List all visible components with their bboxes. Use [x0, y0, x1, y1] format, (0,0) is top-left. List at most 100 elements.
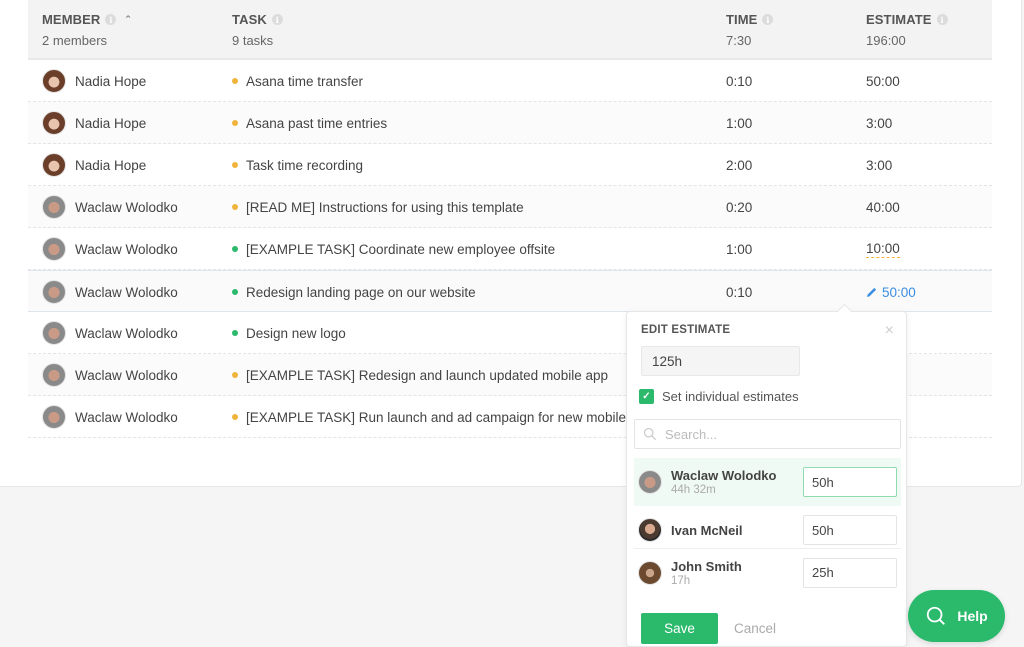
checkbox-label: Set individual estimates — [662, 389, 799, 404]
avatar — [42, 363, 66, 387]
task-name[interactable]: [EXAMPLE TASK] Coordinate new employee o… — [246, 242, 555, 257]
member-name: Waclaw Wolodko — [75, 325, 178, 341]
estimate-cell[interactable]: 3:00 — [866, 144, 892, 186]
table-row[interactable]: Nadia Hope Asana time transfer 0:10 50:00 — [28, 60, 992, 102]
member-cell: Waclaw Wolodko — [42, 396, 178, 438]
estimate-cell[interactable]: 40:00 — [866, 186, 900, 228]
total-estimate-input[interactable] — [641, 346, 800, 376]
avatar — [638, 560, 662, 585]
member-estimate-input[interactable] — [803, 515, 897, 545]
time-cell: 0:10 — [726, 60, 752, 102]
member-search[interactable] — [634, 419, 901, 449]
column-task-label: TASK — [232, 12, 267, 27]
estimate-value[interactable]: 10:00 — [866, 241, 900, 258]
task-name[interactable]: Asana time transfer — [246, 74, 363, 89]
estimate-cell[interactable]: 50:00 — [866, 60, 900, 102]
help-button[interactable]: Help — [908, 590, 1005, 642]
task-cell: [EXAMPLE TASK] Coordinate new employee o… — [232, 228, 652, 270]
task-cell: Task time recording — [232, 144, 652, 186]
estimate-value[interactable]: 50:00 — [866, 74, 900, 89]
individual-estimates-toggle[interactable]: ✓ Set individual estimates — [639, 389, 799, 404]
member-estimate-input[interactable] — [803, 557, 897, 588]
task-status-dot-icon — [232, 246, 238, 252]
task-cell: Asana time transfer — [232, 60, 652, 102]
member-name: Waclaw Wolodko — [75, 409, 178, 425]
task-status-dot-icon — [232, 330, 238, 336]
task-status-dot-icon — [232, 120, 238, 126]
checkbox-checked-icon[interactable]: ✓ — [639, 389, 654, 404]
task-status-dot-icon — [232, 78, 238, 84]
sort-icon[interactable]: ⌃ — [124, 15, 132, 24]
help-search-icon — [927, 606, 946, 625]
member-name: Waclaw Wolodko — [75, 241, 178, 257]
time-cell: 0:20 — [726, 186, 752, 228]
info-icon[interactable]: i — [271, 14, 283, 25]
avatar — [42, 111, 66, 135]
task-cell: Design new logo — [232, 312, 652, 354]
member-name: Waclaw Wolodko — [75, 284, 178, 300]
avatar — [42, 280, 66, 304]
member-estimate-input[interactable] — [803, 467, 897, 497]
task-cell: [READ ME] Instructions for using this te… — [232, 186, 652, 228]
estimate-cell[interactable]: 50:00 — [866, 271, 916, 313]
cancel-button[interactable]: Cancel — [734, 621, 776, 636]
table-row[interactable]: Waclaw Wolodko [EXAMPLE TASK] Coordinate … — [28, 228, 992, 270]
member-estimate-row: Waclaw Wolodko 44h 32m — [634, 458, 901, 506]
time-value: 1:00 — [726, 241, 753, 257]
task-name[interactable]: Asana past time entries — [246, 116, 387, 131]
estimate-value[interactable]: 3:00 — [866, 158, 892, 173]
search-icon — [643, 427, 657, 441]
time-value: 0:10 — [726, 284, 753, 300]
help-label: Help — [957, 608, 988, 624]
column-estimate: ESTIMATE i 196:00 — [866, 12, 948, 48]
member-name: Nadia Hope — [75, 73, 147, 89]
info-icon[interactable]: i — [762, 14, 774, 25]
table-row[interactable]: Nadia Hope Task time recording 2:00 3:00 — [28, 144, 992, 186]
member-name: Waclaw Wolodko — [75, 199, 178, 215]
info-icon[interactable]: i — [105, 14, 117, 25]
member-cell: Waclaw Wolodko — [42, 186, 178, 228]
avatar — [638, 470, 662, 494]
task-cell: [EXAMPLE TASK] Run launch and ad campaig… — [232, 396, 652, 438]
avatar — [42, 321, 66, 345]
estimate-value[interactable]: 40:00 — [866, 200, 900, 215]
member-cell: Nadia Hope — [42, 60, 146, 102]
estimate-cell[interactable]: 3:00 — [866, 102, 892, 144]
member-tracked-time: 17h — [671, 574, 691, 587]
table-row[interactable]: Nadia Hope Asana past time entries 1:00 3:0… — [28, 102, 992, 144]
table-row[interactable]: Waclaw Wolodko [READ ME] Instructions for… — [28, 186, 992, 228]
column-task: TASK i 9 tasks — [232, 12, 283, 48]
task-name[interactable]: [READ ME] Instructions for using this te… — [246, 200, 524, 215]
search-input[interactable] — [665, 426, 885, 442]
avatar — [638, 518, 662, 542]
member-cell: Waclaw Wolodko — [42, 228, 178, 270]
task-name[interactable]: Task time recording — [246, 158, 363, 173]
task-status-dot-icon — [232, 204, 238, 210]
task-cell: Asana past time entries — [232, 102, 652, 144]
member-tracked-time: 44h 32m — [671, 484, 716, 496]
estimate-value[interactable]: 3:00 — [866, 116, 892, 131]
estimate-edit-link[interactable]: 50:00 — [866, 285, 916, 300]
task-cell: Redesign landing page on our website — [232, 271, 652, 313]
member-name: Waclaw Wolodko — [671, 468, 777, 483]
member-name: Ivan McNeil — [671, 522, 743, 538]
estimate-cell[interactable]: 10:00 — [866, 228, 900, 270]
time-cell: 1:00 — [726, 228, 752, 270]
member-name: Waclaw Wolodko — [75, 367, 178, 383]
avatar — [42, 195, 66, 219]
task-name[interactable]: Redesign landing page on our website — [246, 285, 476, 300]
member-name: Nadia Hope — [75, 157, 147, 173]
task-name[interactable]: [EXAMPLE TASK] Run launch and ad campaig… — [246, 410, 637, 425]
task-name[interactable]: [EXAMPLE TASK] Redesign and launch updat… — [246, 368, 608, 383]
column-member[interactable]: MEMBER i ⌃ 2 members — [42, 12, 132, 48]
task-name[interactable]: Design new logo — [246, 326, 346, 341]
time-cell: 2:00 — [726, 144, 752, 186]
avatar — [42, 405, 66, 429]
info-icon[interactable]: i — [936, 14, 948, 25]
task-status-dot-icon — [232, 414, 238, 420]
estimate-value: 50:00 — [882, 284, 916, 300]
time-value: 2:00 — [726, 157, 753, 173]
close-icon[interactable]: × — [885, 322, 894, 340]
save-button[interactable]: Save — [641, 613, 718, 644]
member-cell: Nadia Hope — [42, 144, 146, 186]
